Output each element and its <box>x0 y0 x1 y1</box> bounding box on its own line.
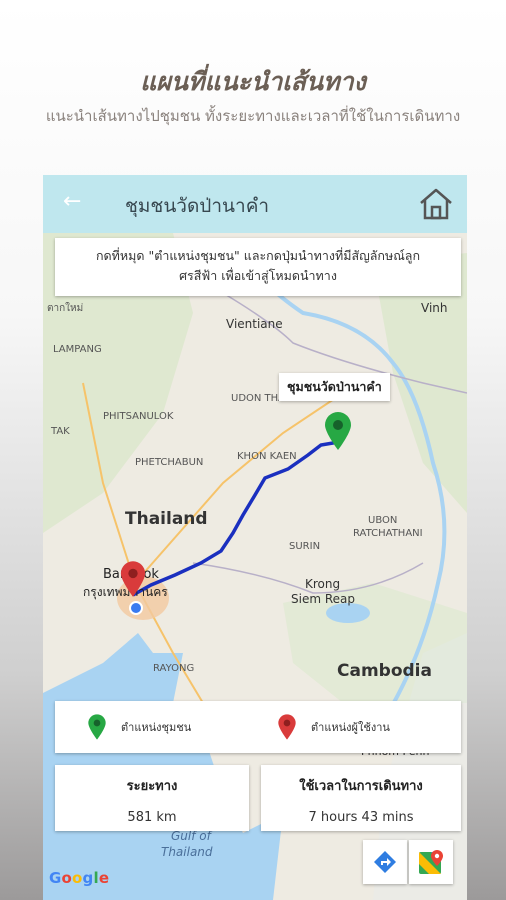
map-label: Gulf of <box>171 829 211 843</box>
instruction-line-1: กดที่หมุด "ตำแหน่งชุมชน" และกดปุ่มนำทางท… <box>95 248 421 263</box>
legend-user-label: ตำแหน่งผู้ใช้งาน <box>311 721 390 734</box>
distance-card: ระยะทาง 581 km <box>55 765 249 831</box>
pin-legend: ตำแหน่งชุมชน ตำแหน่งผู้ใช้งาน <box>55 701 461 753</box>
app-screen: Vientiane Vinh LAMPANG ตากใหม่ UDON THAN… <box>43 175 467 900</box>
back-arrow-icon[interactable]: ← <box>63 189 81 214</box>
map-label: ตากใหม่ <box>47 303 84 314</box>
home-icon[interactable] <box>417 185 455 223</box>
open-google-maps-button[interactable] <box>409 840 453 884</box>
google-logo: Google <box>49 869 110 887</box>
legend-user: ตำแหน่งผู้ใช้งาน <box>277 701 390 753</box>
green-pin-icon <box>88 714 106 740</box>
map-label: Krong <box>305 577 341 591</box>
map-label: Thailand <box>161 845 213 859</box>
directions-icon <box>374 851 396 873</box>
duration-card: ใช้เวลาในการเดินทาง 7 hours 43 mins <box>261 765 461 831</box>
map-label: TAK <box>51 426 70 437</box>
app-bar: ← ชุมชนวัดป่านาคำ <box>43 175 467 233</box>
map-label: UBON <box>368 515 398 526</box>
map-label: PHITSANULOK <box>103 411 174 422</box>
legend-community: ตำแหน่งชุมชน <box>87 701 191 753</box>
map-label: RAYONG <box>153 663 195 674</box>
instruction-line-2: ศรสีฟ้า เพื่อเข้าสู่โหมดนำทาง <box>179 268 337 283</box>
page-title: ชุมชนวัดป่านาคำ <box>125 195 270 217</box>
duration-label: ใช้เวลาในการเดินทาง <box>299 779 423 794</box>
destination-info-window[interactable]: ชุมชนวัดป่านาคำ <box>279 373 390 401</box>
map-label: Siem Reap <box>291 592 355 606</box>
google-maps-icon <box>419 850 443 874</box>
current-location-dot <box>129 601 143 615</box>
legend-community-label: ตำแหน่งชุมชน <box>121 721 192 734</box>
promo-subtitle: แนะนำเส้นทางไปชุมชน ทั้งระยะทางและเวลาที… <box>45 107 461 125</box>
directions-button[interactable] <box>363 840 407 884</box>
duration-value: 7 hours 43 mins <box>308 810 414 825</box>
map-label-country: Cambodia <box>337 661 432 681</box>
promo-title: แผนที่แนะนำเส้นทาง <box>140 67 366 96</box>
red-pin-icon <box>278 714 296 740</box>
map-label: KHON KAEN <box>237 451 297 462</box>
distance-value: 581 km <box>127 810 177 825</box>
user-pin-icon[interactable] <box>119 559 147 599</box>
map-label: LAMPANG <box>53 344 102 355</box>
distance-label: ระยะทาง <box>126 779 178 794</box>
destination-pin-icon[interactable] <box>323 411 353 451</box>
map-label: Vientiane <box>226 317 283 331</box>
map-label: RATCHATHANI <box>353 528 423 539</box>
map-label: SURIN <box>289 541 321 552</box>
map-label: Vinh <box>421 301 448 315</box>
map-label: PHETCHABUN <box>135 457 204 468</box>
instruction-banner: กดที่หมุด "ตำแหน่งชุมชน" และกดปุ่มนำทางท… <box>55 238 461 296</box>
map-label-country: Thailand <box>125 509 208 529</box>
